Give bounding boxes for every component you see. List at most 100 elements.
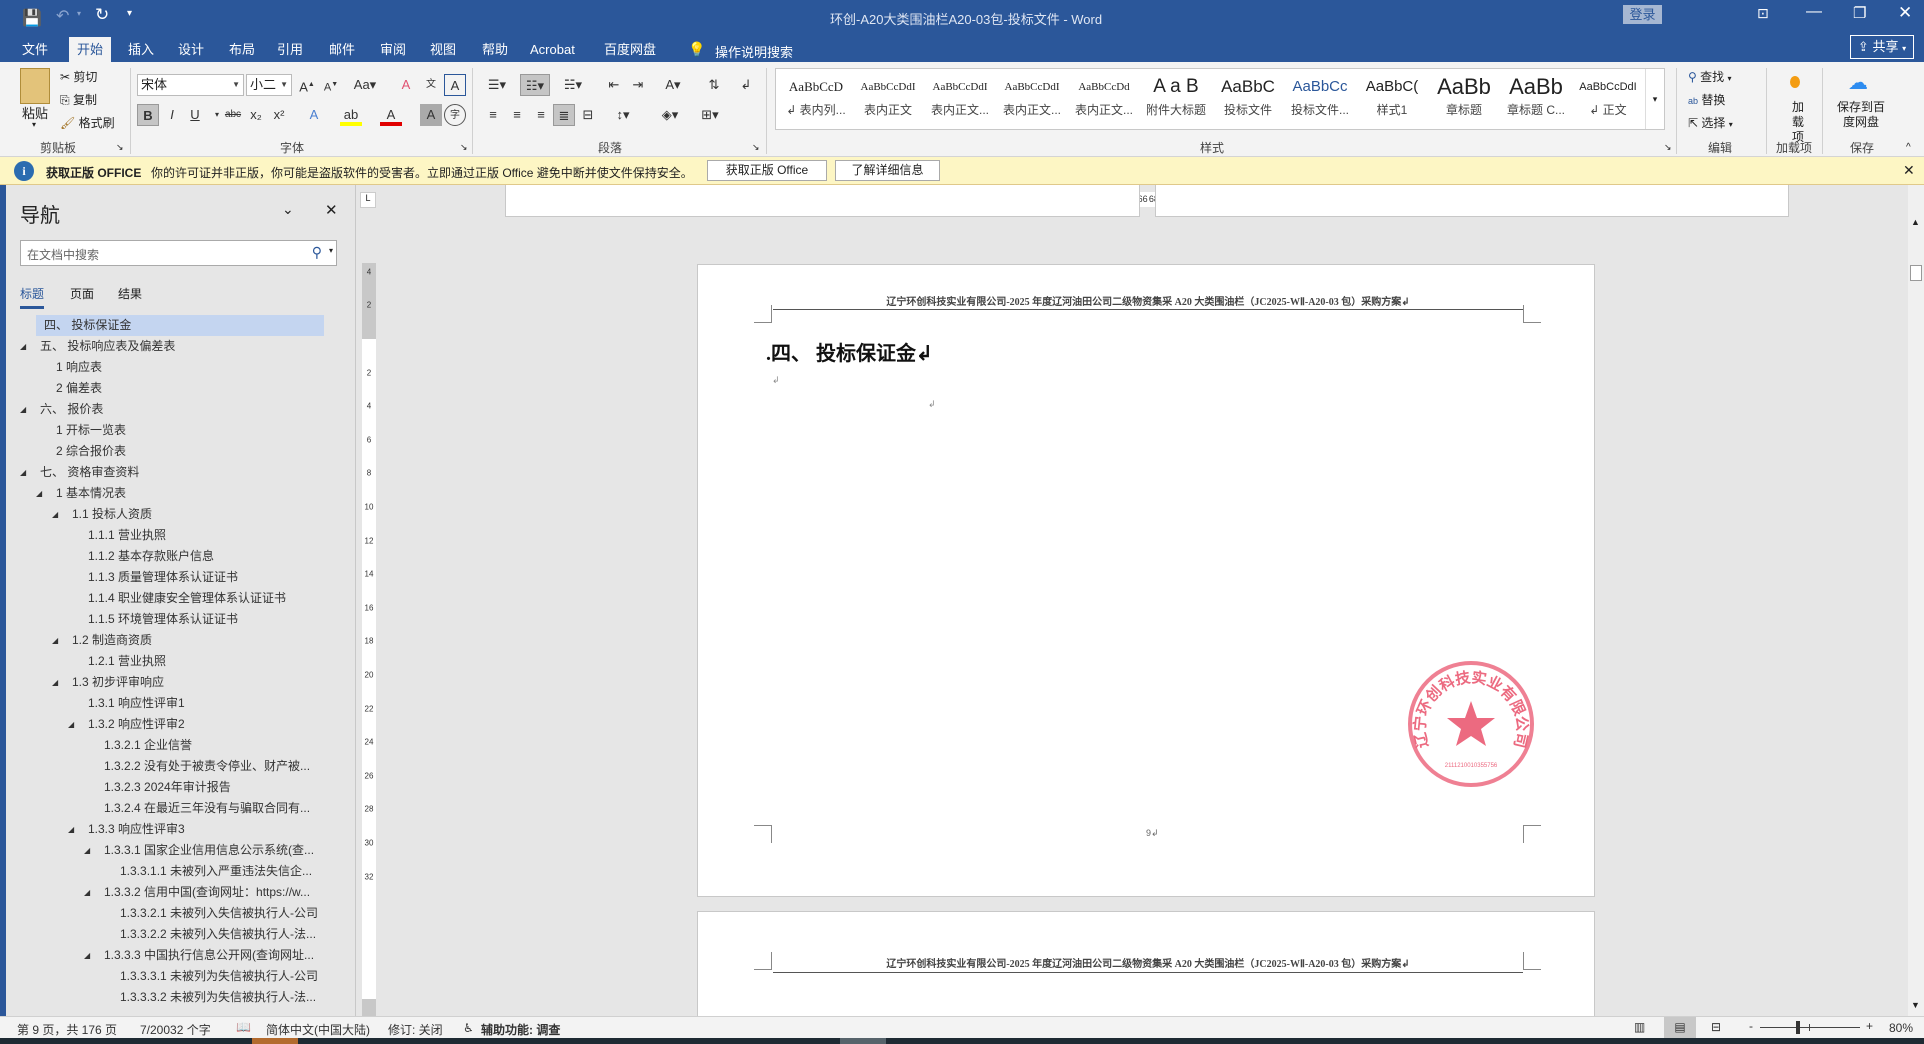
nav-heading-item[interactable]: 1.3.3.2.2 未被列入失信被执行人-法... — [6, 924, 346, 945]
restore-icon[interactable]: ❐ — [1853, 4, 1866, 22]
distributed-icon[interactable]: ⊟ — [577, 104, 599, 126]
dialog-launcher-icon[interactable]: ↘ — [752, 142, 760, 153]
gallery-more-button[interactable]: ▾ — [1645, 69, 1664, 129]
find-button[interactable]: ⚲ 查找 ▾ — [1688, 68, 1732, 85]
language[interactable]: 简体中文(中国大陆) — [266, 1021, 370, 1038]
share-button[interactable]: ⇪ 共享 ▾ — [1850, 35, 1914, 59]
nav-heading-item[interactable]: 1.3.2.4 在最近三年没有与骗取合同有... — [6, 798, 346, 819]
style-gallery-item[interactable]: AaBb 章标题 — [1428, 69, 1500, 129]
copy-button[interactable]: ⎘ 复制 — [60, 91, 97, 108]
close-icon[interactable]: ✕ — [1903, 162, 1915, 179]
nav-heading-item[interactable]: 2 综合报价表 — [6, 441, 346, 462]
shading-icon[interactable]: ◈▾ — [655, 104, 685, 126]
collapse-triangle-icon[interactable]: ◢ — [36, 483, 42, 504]
print-layout-icon[interactable]: ▤ — [1664, 1017, 1696, 1038]
tab-7[interactable]: 审阅 — [372, 37, 414, 62]
nav-heading-item[interactable]: 四、 投标保证金 — [36, 315, 324, 336]
accessibility-status[interactable]: 辅助功能: 调查 — [481, 1021, 560, 1038]
replace-button[interactable]: ab 替换 — [1688, 91, 1725, 108]
dialog-launcher-icon[interactable]: ↘ — [460, 142, 468, 153]
vertical-ruler[interactable]: 4 2 2 4 6 8 10 12 14 16 18 20 22 24 26 28 30 32 — [362, 263, 376, 1016]
line-spacing-icon[interactable]: ↕▾ — [608, 104, 638, 126]
chevron-down-icon[interactable]: ⌄ — [282, 201, 294, 218]
nav-heading-item[interactable]: ◢ 1.3.3 响应性评审3 — [6, 819, 346, 840]
bullets-icon[interactable]: ☰▾ — [482, 74, 512, 96]
tab-11[interactable]: 百度网盘 — [596, 37, 664, 62]
dialog-launcher-icon[interactable]: ↘ — [1664, 142, 1672, 153]
redo-icon[interactable]: ↻ — [95, 5, 109, 25]
chevron-down-icon[interactable]: ▾ — [329, 246, 333, 255]
tab-4[interactable]: 布局 — [221, 37, 263, 62]
nav-heading-item[interactable]: 1.1.4 职业健康安全管理体系认证证书 — [6, 588, 346, 609]
increase-indent-icon[interactable]: ⇥ — [627, 74, 649, 96]
align-left-icon[interactable]: ≡ — [482, 104, 504, 126]
collapse-triangle-icon[interactable]: ◢ — [68, 819, 74, 840]
nav-heading-item[interactable]: 1.3.3.3.2 未被列为失信被执行人-法... — [6, 987, 346, 1008]
login-button[interactable]: 登录 — [1623, 5, 1662, 24]
style-gallery-item[interactable]: AaBbC(样式1 — [1356, 69, 1428, 129]
chinese-layout-icon[interactable]: A▾ — [658, 74, 688, 96]
style-gallery-item[interactable]: AaBbCcDdI 表内正文 — [852, 69, 924, 129]
collapse-triangle-icon[interactable]: ◢ — [84, 882, 90, 903]
collapse-triangle-icon[interactable]: ◢ — [20, 336, 26, 357]
subscript-button[interactable]: x₂ — [245, 104, 267, 126]
nav-heading-item[interactable]: 1.3.1 响应性评审1 — [6, 693, 346, 714]
font-size-select[interactable]: 小二 ▼ — [246, 74, 292, 96]
borders-icon[interactable]: ⊞▾ — [695, 104, 725, 126]
paste-icon[interactable] — [20, 68, 50, 104]
tab-6[interactable]: 邮件 — [321, 37, 363, 62]
zoom-slider[interactable] — [1760, 1021, 1860, 1034]
collapse-triangle-icon[interactable]: ◢ — [20, 462, 26, 483]
font-name-select[interactable]: 宋体 ▼ — [137, 74, 244, 96]
format-painter-button[interactable]: 🖌 格式刷 — [60, 114, 115, 131]
zoom-slider-thumb[interactable] — [1796, 1021, 1801, 1034]
save-to-baidu-button[interactable]: 保存到百度网盘 — [1836, 100, 1886, 130]
zoom-level[interactable]: 80% — [1889, 1021, 1913, 1035]
style-gallery-item[interactable]: AaBbCc 投标文件... — [1284, 69, 1356, 129]
superscript-button[interactable]: x² — [268, 104, 290, 126]
style-gallery-item[interactable]: AaBbCcDdI 表内正文... — [996, 69, 1068, 129]
scroll-down-icon[interactable]: ▼ — [1911, 1000, 1920, 1010]
search-icon[interactable]: ⚲ — [312, 244, 322, 261]
collapse-ribbon-icon[interactable]: ^ — [1906, 142, 1911, 153]
nav-tab-2[interactable]: 结果 — [118, 285, 142, 306]
tell-me-search[interactable]: 操作说明搜索 — [715, 42, 793, 61]
proofing-icon[interactable]: 📖 — [236, 1020, 251, 1034]
style-gallery-item[interactable]: AaBbCcDd 表内正文... — [1068, 69, 1140, 129]
nav-heading-item[interactable]: 2 偏差表 — [6, 378, 346, 399]
vertical-scrollbar[interactable]: ▲ ▼ — [1908, 185, 1924, 1016]
customize-icon[interactable]: ▾ — [127, 8, 132, 19]
nav-tab-1[interactable]: 页面 — [70, 285, 94, 306]
strikethrough-button[interactable]: abc — [222, 104, 244, 126]
zoom-in-button[interactable]: + — [1866, 1019, 1873, 1033]
nav-heading-item[interactable]: 1.3.2.1 企业信誉 — [6, 735, 346, 756]
addins-icon[interactable] — [1790, 76, 1800, 88]
nav-heading-item[interactable]: 1.1.5 环境管理体系认证证书 — [6, 609, 346, 630]
tab-5[interactable]: 引用 — [269, 37, 311, 62]
style-gallery-item[interactable]: AaBb 章标题 C... — [1500, 69, 1572, 129]
page-count[interactable]: 第 9 页，共 176 页 — [17, 1021, 117, 1038]
scroll-up-icon[interactable]: ▲ — [1911, 217, 1920, 227]
align-center-icon[interactable]: ≡ — [506, 104, 528, 126]
next-page[interactable]: 辽宁环创科技实业有限公司-2025 年度辽河油田公司二级物资集采 A20 大类围… — [697, 911, 1595, 1016]
tab-10[interactable]: Acrobat — [522, 37, 583, 62]
bold-button[interactable]: B — [137, 104, 159, 126]
change-case-icon[interactable]: Aa▾ — [350, 74, 380, 96]
nav-heading-item[interactable]: ◢ 1.3.3.1 国家企业信用信息公示系统(查... — [6, 840, 346, 861]
tab-0[interactable]: 文件 — [14, 37, 56, 62]
sort-icon[interactable]: ⇅ — [703, 74, 725, 96]
nav-heading-item[interactable]: 1 响应表 — [6, 357, 346, 378]
multilevel-list-icon[interactable]: ☵▾ — [558, 74, 588, 96]
character-border-icon[interactable]: A — [444, 74, 466, 96]
word-count[interactable]: 7/20032 个字 — [140, 1021, 211, 1038]
nav-heading-item[interactable]: 1.1.2 基本存款账户信息 — [6, 546, 346, 567]
collapse-triangle-icon[interactable]: ◢ — [52, 630, 58, 651]
style-gallery-item[interactable]: AaBbCcD ↲ 表内列... — [780, 69, 852, 129]
collapse-triangle-icon[interactable]: ◢ — [52, 504, 58, 525]
nav-heading-item[interactable]: ◢ 七、 资格审查资料 — [6, 462, 346, 483]
nav-heading-item[interactable]: 1.3.3.1.1 未被列入严重违法失信企... — [6, 861, 346, 882]
document-search-input[interactable]: 在文档中搜索 ⚲ ▾ — [20, 240, 337, 266]
document-page[interactable]: 辽宁环创科技实业有限公司-2025 年度辽河油田公司二级物资集采 A20 大类围… — [697, 264, 1595, 897]
clear-format-icon[interactable]: A — [395, 74, 417, 96]
close-icon[interactable]: ✕ — [1898, 3, 1912, 23]
